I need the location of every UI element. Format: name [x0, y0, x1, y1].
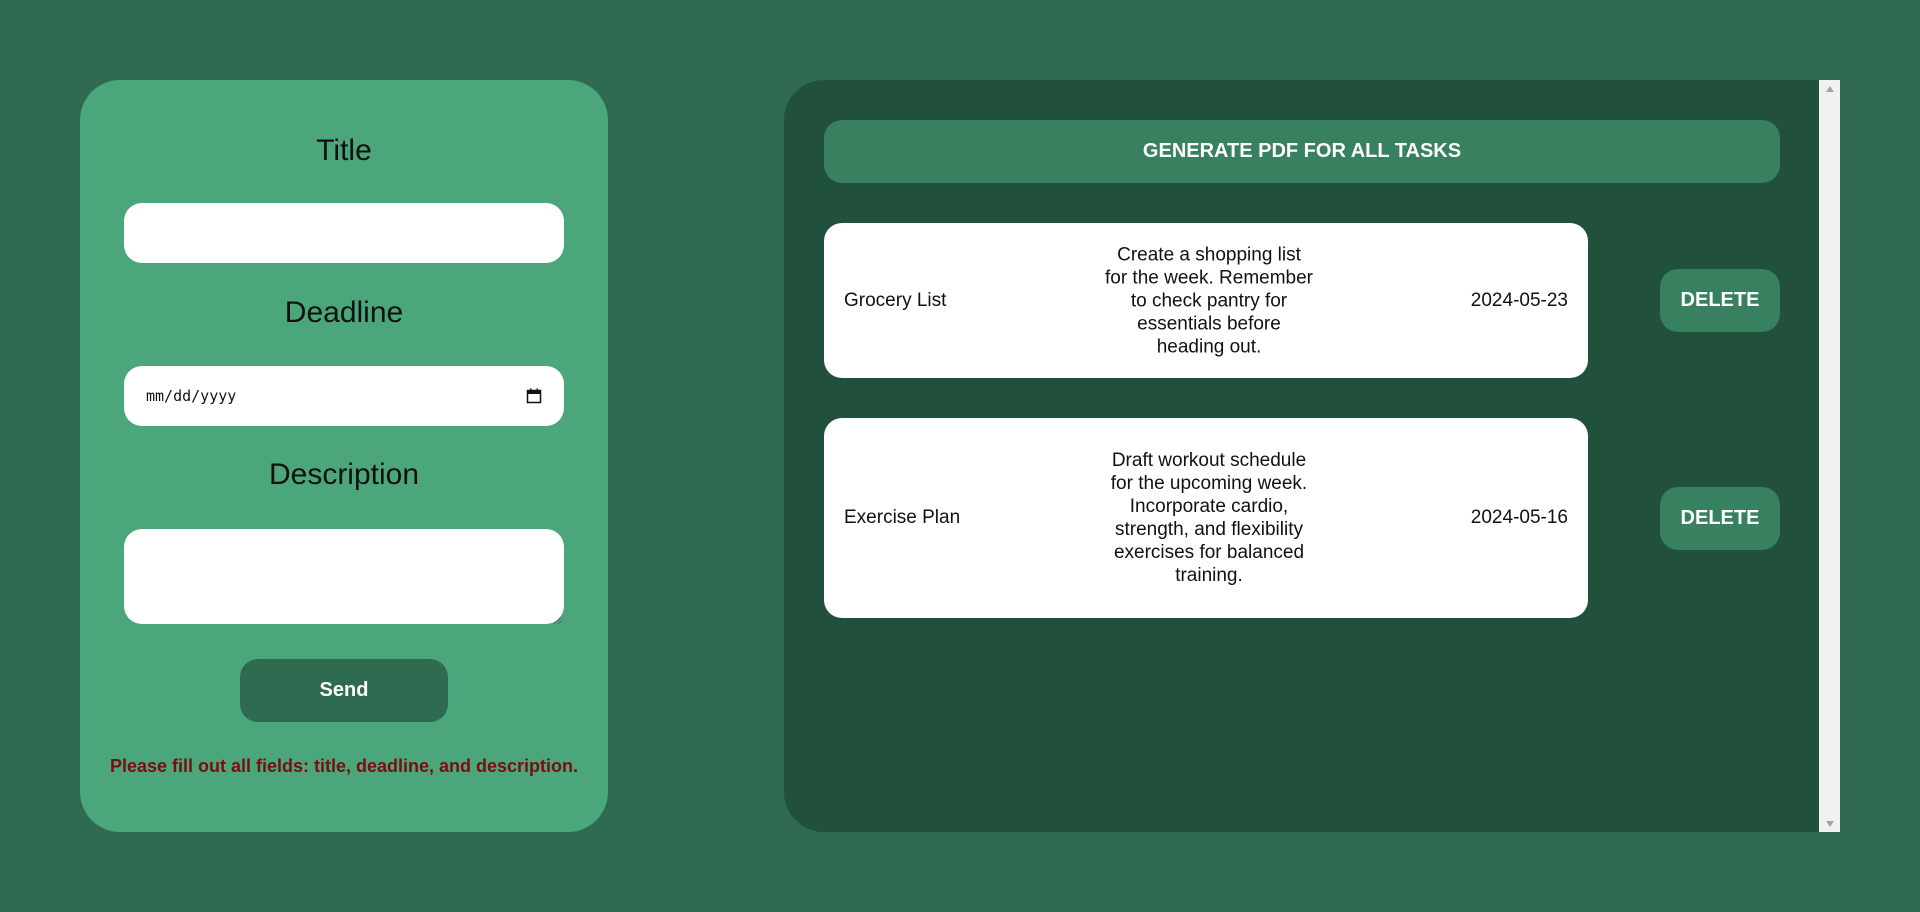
- tasks-panel: GENERATE PDF FOR ALL TASKS Grocery List …: [784, 80, 1840, 832]
- description-textarea[interactable]: [124, 529, 564, 625]
- deadline-date-input[interactable]: mm/dd/yyyy: [124, 366, 564, 426]
- title-label: Title: [316, 134, 372, 167]
- task-title: Exercise Plan: [844, 507, 961, 528]
- calendar-icon[interactable]: [526, 388, 542, 404]
- description-label: Description: [268, 458, 420, 491]
- deadline-placeholder: mm/dd/yyyy: [146, 387, 237, 405]
- task-deadline: 2024-05-16: [1470, 507, 1568, 528]
- task-form-panel: Title Deadline mm/dd/yyyy Description Se…: [80, 80, 608, 832]
- task-description: Create a shopping list for the week. Rem…: [1104, 244, 1314, 357]
- validation-error-message: Please fill out all fields: title, deadl…: [109, 756, 579, 776]
- title-input[interactable]: [124, 203, 564, 263]
- scroll-down-arrow-icon[interactable]: [1819, 815, 1840, 832]
- send-button[interactable]: Send: [240, 659, 448, 722]
- generate-pdf-button[interactable]: GENERATE PDF FOR ALL TASKS: [824, 120, 1780, 183]
- task-deadline: 2024-05-23: [1470, 289, 1568, 311]
- task-card: Grocery List Create a shopping list for …: [824, 223, 1588, 378]
- delete-task-button[interactable]: DELETE: [1660, 269, 1780, 332]
- task-title: Grocery List: [844, 289, 947, 311]
- deadline-label: Deadline: [284, 296, 404, 329]
- scroll-up-arrow-icon[interactable]: [1819, 80, 1840, 97]
- tasks-scrollbar[interactable]: [1819, 80, 1840, 832]
- delete-task-button[interactable]: DELETE: [1660, 487, 1780, 550]
- resize-handle-icon[interactable]: [552, 612, 562, 625]
- task-description: Draft workout schedule for the upcoming …: [1110, 450, 1308, 586]
- task-card: Exercise Plan Draft workout schedule for…: [824, 418, 1588, 618]
